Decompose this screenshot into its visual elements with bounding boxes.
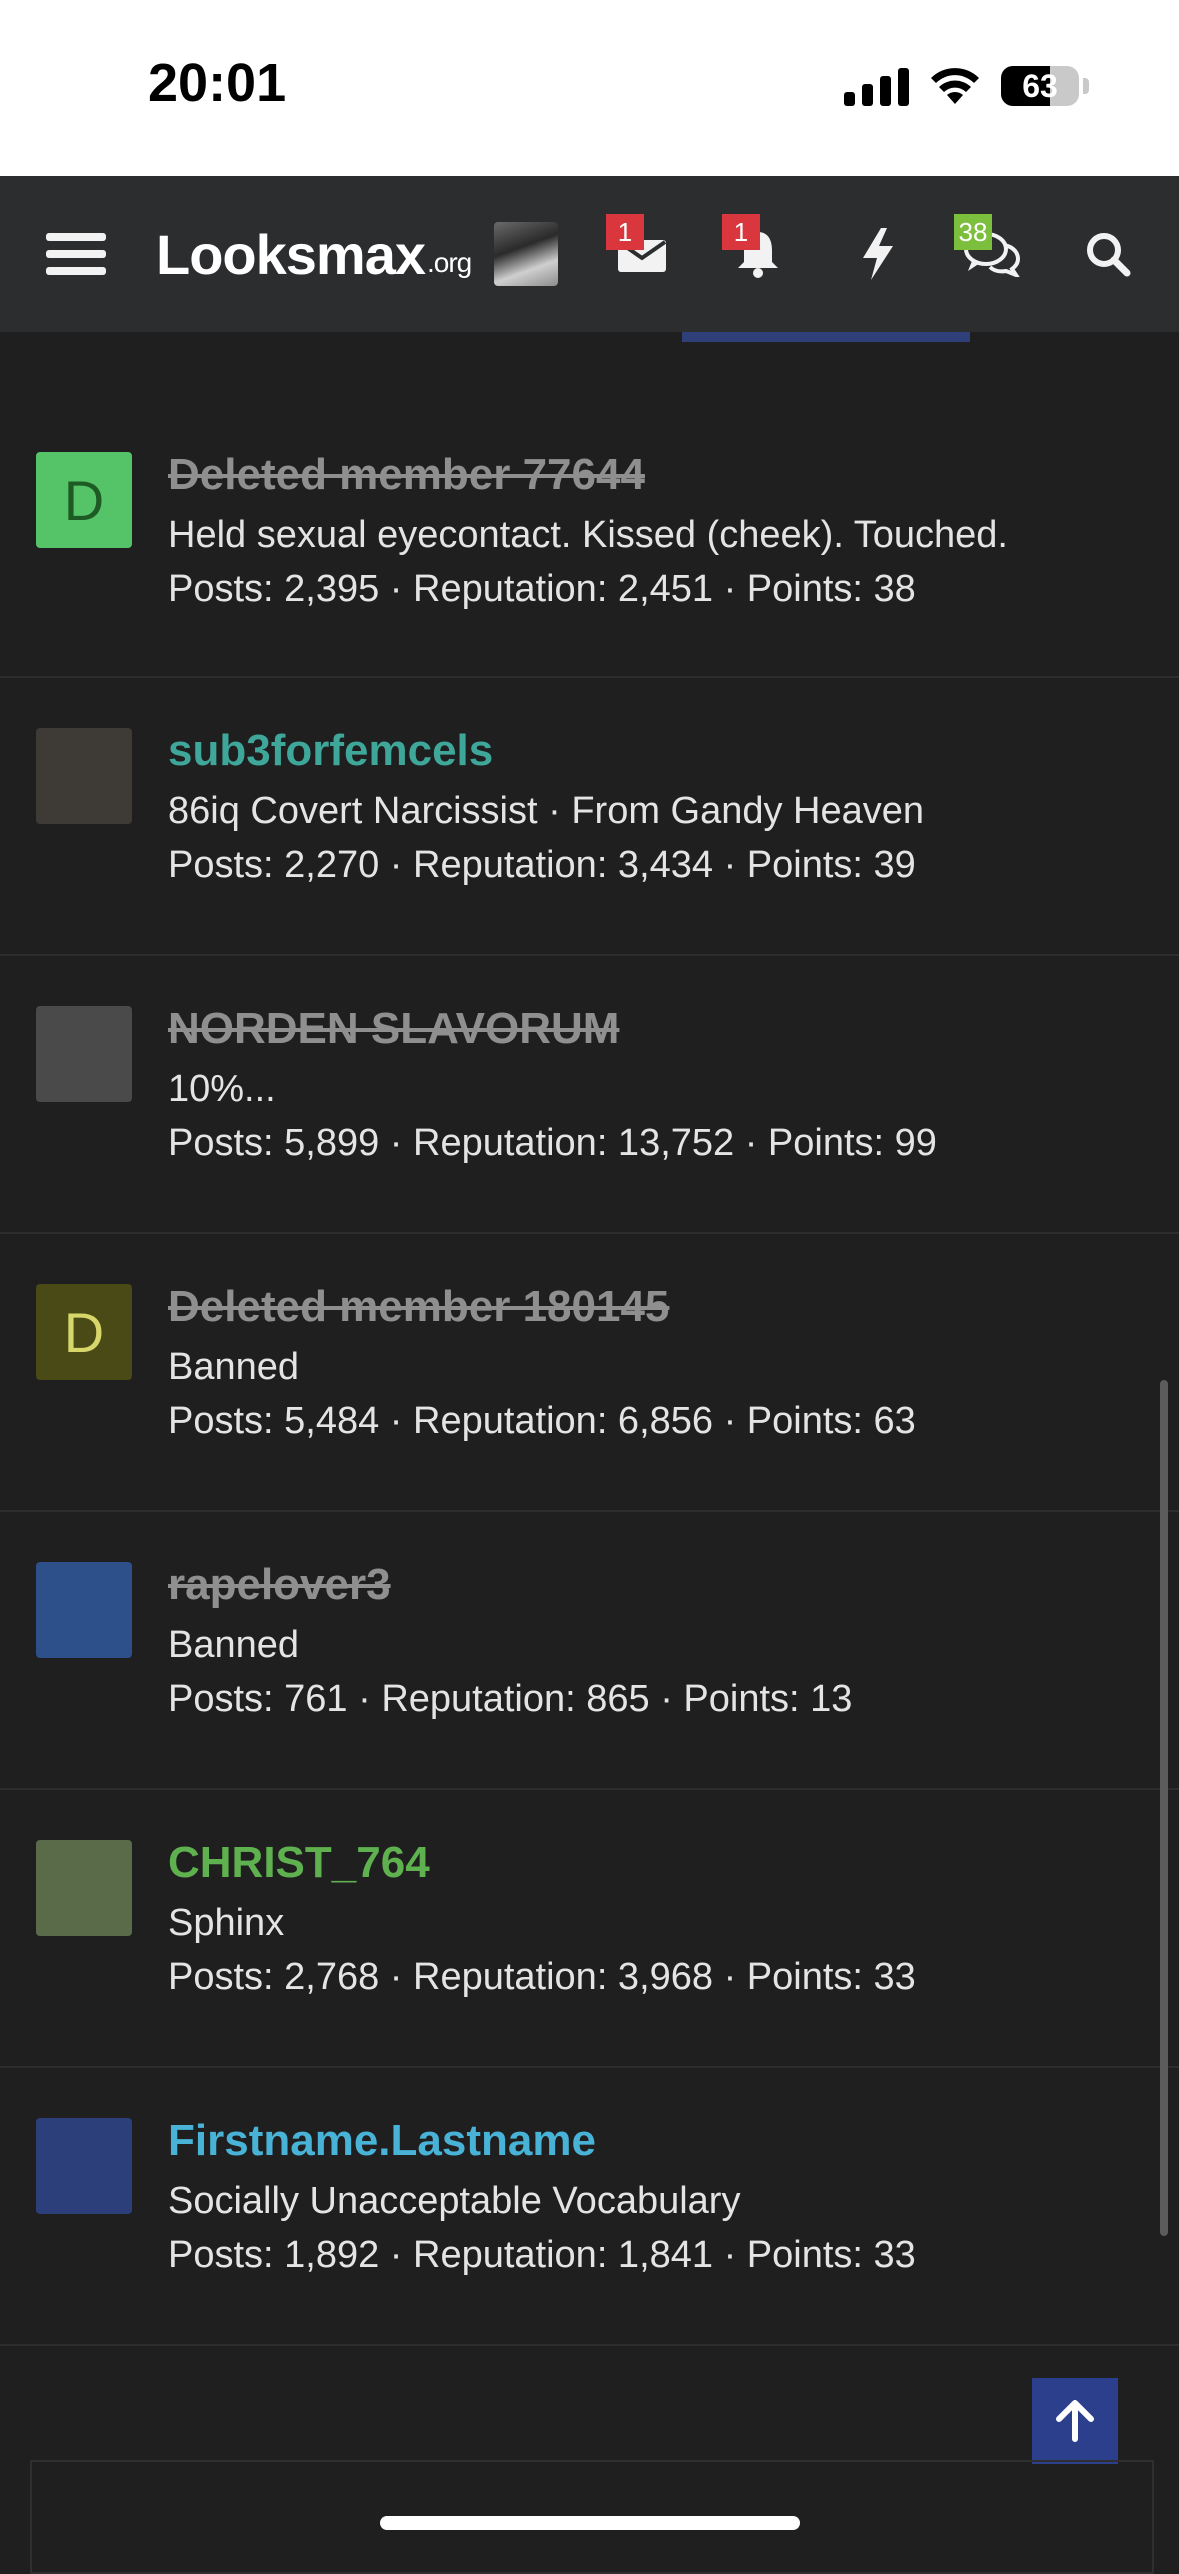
member-name-link[interactable]: NORDEN SLAVORUM [168, 1004, 619, 1054]
member-name-link[interactable]: Firstname.Lastname [168, 2116, 596, 2166]
member-stats: Posts: 761 · Reputation: 865 · Points: 1… [168, 1678, 853, 1720]
scroll-to-top-button[interactable] [1032, 2378, 1118, 2464]
member-row[interactable]: D Deleted member 180145 Banned Posts: 5,484… [0, 1234, 1179, 1512]
scrollbar[interactable] [1160, 1380, 1168, 2236]
inbox-button[interactable]: 1 [602, 176, 682, 332]
member-name-link[interactable]: CHRIST_764 [168, 1838, 430, 1888]
active-tab-indicator [682, 332, 970, 342]
member-avatar[interactable] [36, 1840, 132, 1936]
member-user-title: Banned [168, 1624, 300, 1666]
search-button[interactable] [1068, 176, 1148, 332]
member-row[interactable]: rapelover3 Banned Posts: 761 · Reputation:… [0, 1512, 1179, 1790]
member-stats: Posts: 5,484 · Reputation: 6,856 · Point… [168, 1400, 916, 1442]
home-indicator[interactable] [380, 2516, 800, 2530]
top-navigation: Looksmax .org 1 1 38 [0, 176, 1179, 332]
arrow-up-icon [1056, 2400, 1094, 2442]
member-user-title: 86iq Covert Narcissist · From Gandy Heav… [168, 790, 925, 832]
avatar-letter: D [63, 1300, 105, 1364]
logo-main: Looksmax [156, 222, 426, 286]
member-user-title: Socially Unacceptable Vocabulary [168, 2180, 741, 2222]
member-avatar[interactable]: D [36, 452, 132, 548]
avatar-letter: D [63, 468, 105, 532]
status-icons: 63 [844, 56, 1089, 116]
member-name-link[interactable]: Deleted member 180145 [168, 1282, 669, 1332]
member-name-link[interactable]: Deleted member 77644 [168, 450, 645, 500]
conversations-badge: 38 [954, 214, 992, 250]
member-stats: Posts: 2,270 · Reputation: 3,434 · Point… [168, 844, 916, 886]
account-avatar-button[interactable] [494, 176, 558, 332]
site-logo[interactable]: Looksmax .org [156, 176, 472, 332]
logo-suffix: .org [427, 247, 472, 278]
member-name-link[interactable]: rapelover3 [168, 1560, 391, 1610]
alerts-button[interactable]: 1 [718, 176, 798, 332]
member-user-title: Banned [168, 1346, 300, 1388]
member-list: D Deleted member 77644 Held sexual eyecont… [0, 402, 1179, 2346]
member-stats: Posts: 1,892 · Reputation: 1,841 · Point… [168, 2234, 916, 2276]
member-avatar[interactable] [36, 1006, 132, 1102]
member-row[interactable]: NORDEN SLAVORUM 10%... Posts: 5,899 · Repu… [0, 956, 1179, 1234]
hamburger-icon [46, 224, 106, 284]
member-user-title: 10%... [168, 1068, 276, 1110]
member-avatar[interactable] [36, 728, 132, 824]
status-bar: 20:01 63 [0, 0, 1179, 176]
status-time: 20:01 [148, 53, 287, 113]
member-stats: Posts: 2,395 · Reputation: 2,451 · Point… [168, 568, 916, 610]
battery-level: 63 [1022, 67, 1058, 104]
member-row[interactable]: sub3forfemcels 86iq Covert Narcissist · F… [0, 678, 1179, 956]
member-row[interactable]: Firstname.Lastname Socially Unacceptable … [0, 2068, 1179, 2346]
member-avatar[interactable] [36, 2118, 132, 2214]
avatar [494, 222, 558, 286]
member-row[interactable]: D Deleted member 77644 Held sexual eyecont… [0, 402, 1179, 678]
cellular-signal-icon [844, 66, 909, 106]
member-name-link[interactable]: sub3forfemcels [168, 726, 493, 776]
member-row[interactable]: CHRIST_764 Sphinx Posts: 2,768 · Reputatio… [0, 1790, 1179, 2068]
search-icon [1087, 233, 1131, 277]
member-user-title: Sphinx [168, 1902, 285, 1944]
battery-icon: 63 [1001, 66, 1079, 106]
menu-button[interactable] [44, 176, 108, 332]
wifi-icon [931, 68, 979, 104]
member-avatar[interactable] [36, 1562, 132, 1658]
lightning-icon [863, 228, 893, 280]
alerts-badge: 1 [722, 214, 760, 250]
inbox-badge: 1 [606, 214, 644, 250]
conversations-button[interactable]: 38 [952, 176, 1032, 332]
member-stats: Posts: 5,899 · Reputation: 13,752 · Poin… [168, 1122, 937, 1164]
member-user-title: Held sexual eyecontact. Kissed (cheek). … [168, 514, 1008, 556]
member-avatar[interactable]: D [36, 1284, 132, 1380]
whats-new-button[interactable] [838, 176, 918, 332]
member-stats: Posts: 2,768 · Reputation: 3,968 · Point… [168, 1956, 916, 1998]
